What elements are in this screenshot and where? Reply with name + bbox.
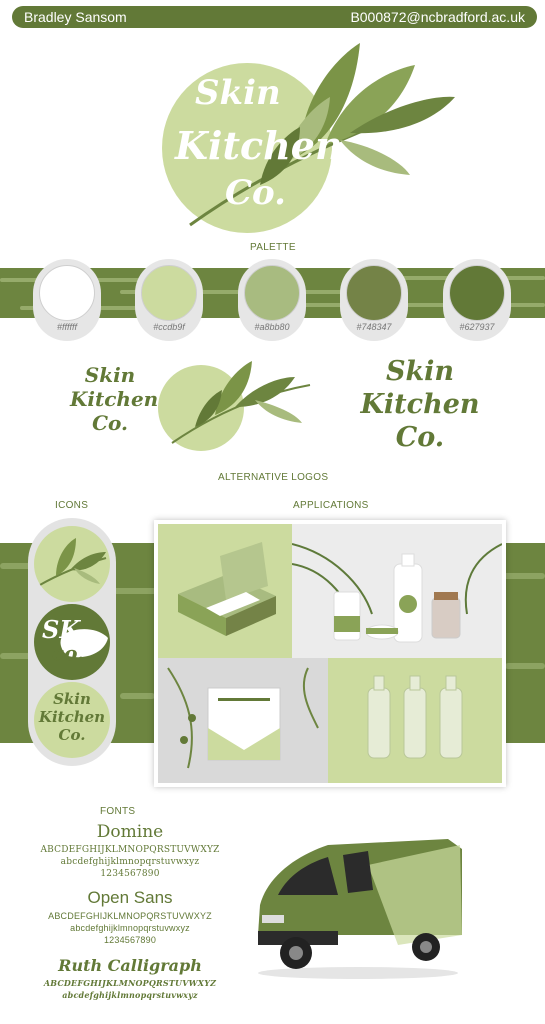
swatch-4: #748347 <box>340 259 408 341</box>
designer-email[interactable]: B000872@ncbradford.ac.uk <box>350 9 525 25</box>
mockup-cosmetics <box>292 524 502 658</box>
font-ruth-name: Ruth Calligraph <box>58 956 202 975</box>
header-bar: Bradley Sansom B000872@ncbradford.ac.uk <box>12 6 537 28</box>
alt-logo2-line-kitchen: Kitchen <box>360 389 480 420</box>
main-logo: Skin Kitchen Co. <box>150 35 460 235</box>
swatch-1-code: #ffffff <box>56 322 77 332</box>
bottles-illustration <box>367 675 463 759</box>
icon-line-kitchen: Kitchen <box>38 708 106 726</box>
swatch-1: #ffffff <box>33 259 101 341</box>
palette-label: PALETTE <box>250 242 296 253</box>
applications-mockups <box>154 520 506 787</box>
mockup-stationery <box>158 658 328 783</box>
icon-monogram-co: co. <box>52 641 85 665</box>
mockup-packaging-box <box>158 524 292 658</box>
font-domine-name: Domine <box>96 822 164 842</box>
font-ruth-lower: abcdefghijklmnopqrstuvwxyz <box>62 990 198 1000</box>
swatch-3-code: #a8bb80 <box>254 322 290 332</box>
alternative-logos-label: ALTERNATIVE LOGOS <box>218 472 329 483</box>
alt-logo-line-kitchen: Kitchen <box>70 387 159 411</box>
swatch-2-color <box>141 265 197 321</box>
olive-branch-icon <box>37 538 107 587</box>
swatch-5: #627937 <box>443 259 511 341</box>
alt-logo-line-co: Co. <box>92 411 128 435</box>
box-illustration <box>178 542 276 636</box>
icons-column: SK co. Skin Kitchen Co. <box>28 518 116 766</box>
mockup-bottles <box>328 658 502 783</box>
van-mockup <box>248 835 468 980</box>
alt-logo2-line-co: Co. <box>395 422 445 453</box>
font-opensans-name: Open Sans <box>87 888 173 907</box>
delivery-van-illustration <box>258 839 462 979</box>
alt-logo-text-only: Skin Kitchen Co. <box>360 355 480 454</box>
swatch-2: #ccdb9f <box>135 259 203 341</box>
icon-text-logo: Skin Kitchen Co. <box>34 682 110 758</box>
applications-label: APPLICATIONS <box>293 500 369 511</box>
cosmetic-products-illustration <box>292 543 502 643</box>
icon-line-skin: Skin <box>53 690 91 708</box>
icons-label: ICONS <box>55 500 89 511</box>
logo-text-skin: Skin <box>195 73 281 113</box>
font-opensans-lower: abcdefghijklmnopqrstuvwxyz <box>70 923 190 933</box>
icon-monogram: SK co. <box>34 604 110 680</box>
font-domine-lower: abcdefghijklmnopqrstuvwxyz <box>60 857 200 867</box>
swatch-3: #a8bb80 <box>238 259 306 341</box>
font-opensans-upper: ABCDEFGHIJKLMNOPQRSTUVWXYZ <box>48 911 212 921</box>
logo-text-kitchen: Kitchen <box>175 123 343 168</box>
swatch-3-color <box>244 265 300 321</box>
envelope-illustration <box>167 667 319 769</box>
swatch-4-color <box>346 265 402 321</box>
font-domine-upper: ABCDEFGHIJKLMNOPQRSTUVWXYZ <box>40 845 220 855</box>
fonts-label: FONTS <box>100 806 136 817</box>
alt-logo-line-skin: Skin <box>84 363 136 387</box>
swatch-5-color <box>449 265 505 321</box>
swatch-1-color <box>39 265 95 321</box>
designer-name: Bradley Sansom <box>24 9 127 25</box>
swatch-4-code: #748347 <box>356 322 392 332</box>
swatch-2-code: #ccdb9f <box>153 322 185 332</box>
fonts-specimen: Domine ABCDEFGHIJKLMNOPQRSTUVWXYZ abcdef… <box>30 822 230 1001</box>
font-ruth-upper: ABCDEFGHIJKLMNOPQRSTUVWXYZ <box>43 978 217 988</box>
font-domine-digits: 1234567890 <box>100 869 160 879</box>
icon-text-logo-words: Skin Kitchen Co. <box>34 690 110 744</box>
swatch-5-code: #627937 <box>459 322 495 332</box>
alt-logo-text: Skin Kitchen Co. <box>70 363 159 435</box>
icon-monogram-sk: SK <box>42 615 81 644</box>
font-opensans-digits: 1234567890 <box>103 935 157 945</box>
logo-text-co: Co. <box>225 173 286 213</box>
icon-line-co: Co. <box>58 726 86 744</box>
alt-logo2-line-skin: Skin <box>385 356 455 387</box>
alt-logo-horizontal: Skin Kitchen Co. <box>70 355 320 455</box>
icon-branch <box>34 526 110 602</box>
